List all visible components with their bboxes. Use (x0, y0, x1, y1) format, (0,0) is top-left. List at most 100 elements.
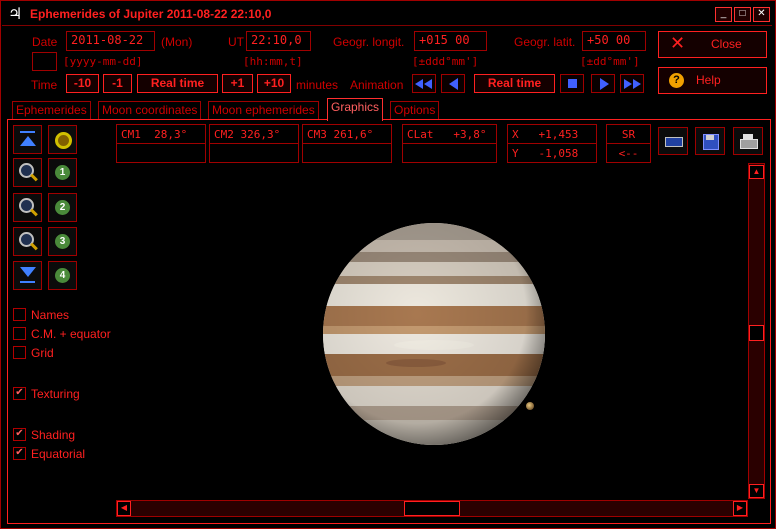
play-icon (600, 78, 609, 90)
moon-1-icon: 1 (55, 165, 70, 180)
latitude-label: Geogr. latit. (514, 35, 576, 49)
rewind-icon (415, 79, 423, 89)
scroll-up-arrow[interactable]: ▲ (749, 165, 764, 179)
shading-checkbox[interactable]: ✔ (13, 428, 26, 441)
date-label: Date (32, 35, 58, 49)
zoom-in-button[interactable] (13, 158, 42, 187)
equatorial-checkbox[interactable]: ✔ (13, 447, 26, 460)
scroll-down-arrow[interactable]: ▼ (749, 484, 764, 498)
horizontal-scroll-thumb[interactable] (404, 501, 460, 516)
help-button-label: Help (696, 73, 721, 87)
clat-readout: CLat +3,8° (402, 124, 497, 144)
jupiter-center-button[interactable] (48, 125, 77, 154)
stop-icon (568, 79, 577, 88)
tab-options[interactable]: Options (390, 101, 440, 119)
grid-label: Grid (31, 346, 54, 360)
moon-4-icon: 4 (55, 268, 70, 283)
latitude-format-hint: [±dd°mm'] (580, 55, 640, 68)
animation-real-time-button[interactable]: Real time (474, 74, 555, 93)
moon-3-button[interactable]: 3 (48, 227, 77, 256)
zoom-button[interactable] (13, 193, 42, 222)
printer-icon (740, 139, 758, 149)
cm3-readout: CM3 261,6° (302, 124, 392, 144)
maximize-button[interactable]: □ (734, 7, 751, 22)
tab-moon-coordinates[interactable]: Moon coordinates (98, 101, 202, 119)
weekday-label: (Mon) (161, 35, 193, 49)
cm3-blank (302, 143, 392, 163)
align-top-icon (20, 131, 35, 133)
zoom-out-button[interactable] (13, 227, 42, 256)
cm2-readout: CM2 326,3° (209, 124, 299, 144)
sr-button[interactable]: SR (606, 124, 651, 144)
play-back-icon (449, 78, 458, 90)
longitude-format-hint: [±ddd°mm'] (412, 55, 479, 68)
window-title: Ephemerides of Jupiter 2011-08-22 22:10,… (30, 7, 272, 21)
minus-1-button[interactable]: -1 (103, 74, 132, 93)
moon-disk (526, 402, 534, 410)
title-bar: ♃ Ephemerides of Jupiter 2011-08-22 22:1… (2, 2, 772, 26)
close-x-icon: ✕ (670, 33, 686, 53)
step-backward-button[interactable] (441, 74, 465, 93)
names-checkbox[interactable] (13, 308, 26, 321)
copy-image-button[interactable] (658, 127, 688, 155)
shading-label: Shading (31, 428, 76, 442)
scroll-left-arrow[interactable]: ◀ (117, 501, 131, 516)
tab-moon-ephemerides[interactable]: Moon ephemerides (208, 101, 319, 119)
close-window-button[interactable]: ✕ (753, 7, 770, 22)
jupiter-disk (323, 223, 545, 445)
moon-2-button[interactable]: 2 (48, 193, 77, 222)
zoom-top-button[interactable] (13, 125, 42, 154)
time-label: Time (31, 78, 58, 92)
vertical-scroll-thumb[interactable] (749, 325, 764, 341)
real-time-button[interactable]: Real time (137, 74, 218, 93)
close-button[interactable]: ✕ Close (658, 31, 767, 58)
help-button[interactable]: ? Help (658, 67, 767, 94)
texturing-checkbox[interactable]: ✔ (13, 387, 26, 400)
save-button[interactable] (695, 127, 725, 155)
ut-format-hint: [hh:mm,t] (243, 55, 303, 68)
film-icon (665, 137, 683, 147)
print-button[interactable] (733, 127, 763, 155)
date-field[interactable]: 2011-08-22 (66, 31, 155, 51)
ut-label: UT (228, 35, 244, 49)
cm-equator-label: C.M. + equator (31, 327, 111, 341)
ut-field[interactable]: 22:10,0 (246, 31, 311, 51)
moon-1-button[interactable]: 1 (48, 158, 77, 187)
minus-10-button[interactable]: -10 (66, 74, 99, 93)
tab-ephemerides[interactable]: Ephemerides (12, 101, 91, 119)
close-button-label: Close (711, 37, 742, 51)
x-readout: X +1,453 (507, 124, 597, 144)
zoom-bottom-button[interactable] (13, 261, 42, 290)
grid-checkbox[interactable] (13, 346, 26, 359)
tab-graphics[interactable]: Graphics (327, 98, 384, 121)
weekday-box (32, 52, 57, 71)
animation-label: Animation (350, 78, 404, 92)
cm-equator-checkbox[interactable] (13, 327, 26, 340)
moon-4-button[interactable]: 4 (48, 261, 77, 290)
equatorial-label: Equatorial (31, 447, 86, 461)
latitude-field[interactable]: +50 00 (582, 31, 646, 51)
plus-1-button[interactable]: +1 (222, 74, 253, 93)
fast-forward-icon (624, 79, 632, 89)
plus-10-button[interactable]: +10 (257, 74, 291, 93)
jupiter-rendering (323, 223, 545, 445)
longitude-field[interactable]: +015 00 (414, 31, 487, 51)
names-label: Names (31, 308, 70, 322)
minimize-button[interactable]: _ (715, 7, 732, 22)
scroll-right-arrow[interactable]: ▶ (733, 501, 747, 516)
cm1-blank (116, 143, 206, 163)
align-bottom-icon (20, 267, 36, 277)
texturing-label: Texturing (31, 387, 80, 401)
graphics-viewport[interactable] (116, 163, 746, 498)
fast-backward-button[interactable] (412, 74, 436, 93)
cm2-blank (209, 143, 299, 163)
fast-forward-button[interactable] (620, 74, 644, 93)
step-forward-button[interactable] (591, 74, 615, 93)
jupiter-icon (55, 132, 72, 149)
back-button[interactable]: <-- (606, 143, 651, 163)
stop-button[interactable] (560, 74, 584, 93)
longitude-label: Geogr. longit. (333, 35, 405, 49)
help-icon: ? (669, 73, 684, 88)
jupiter-logo-icon: ♃ (8, 4, 23, 23)
date-format-hint: [yyyy-mm-dd] (63, 55, 143, 68)
